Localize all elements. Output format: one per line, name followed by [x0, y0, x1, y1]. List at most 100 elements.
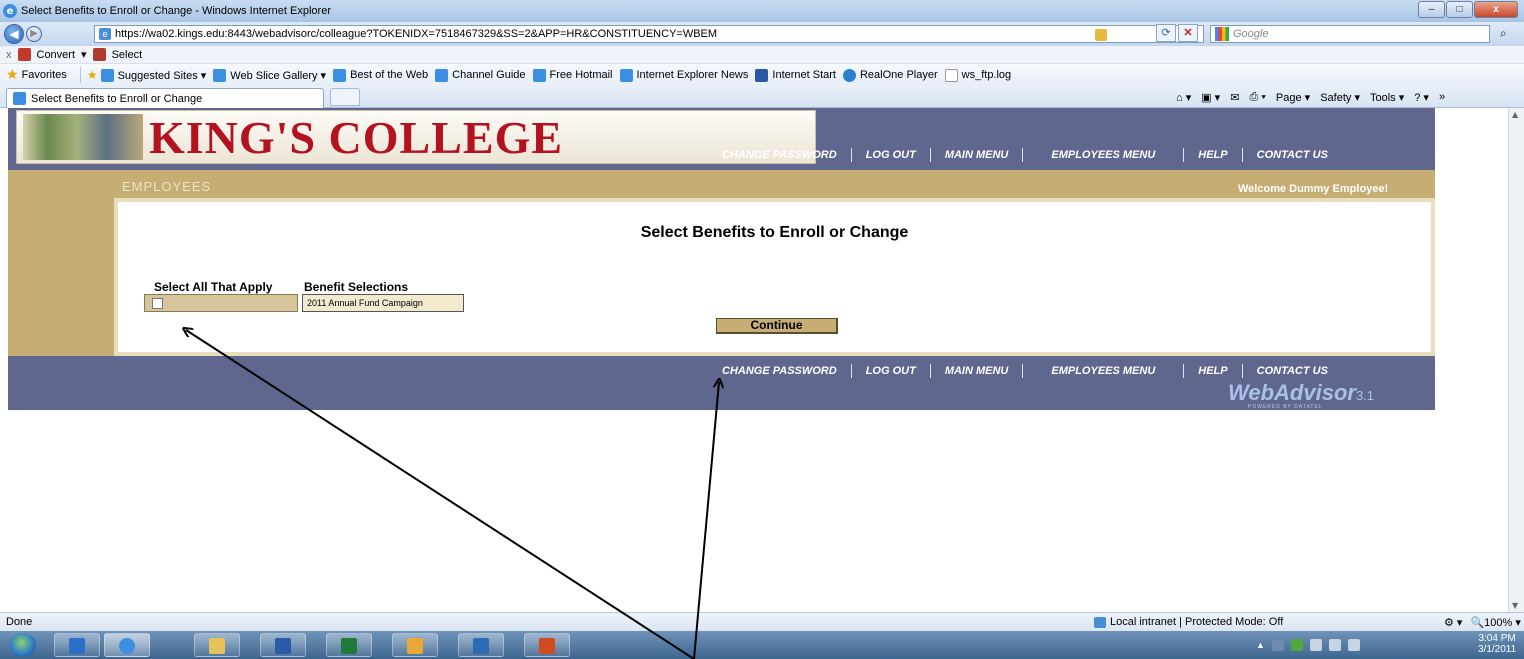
- fav-free-hotmail[interactable]: Free Hotmail: [532, 68, 613, 82]
- continue-button[interactable]: Continue: [716, 318, 838, 334]
- status-bar: Done Local intranet | Protected Mode: Of…: [0, 612, 1524, 631]
- top-nav: CHANGE PASSWORD LOG OUT MAIN MENU EMPLOY…: [708, 148, 1342, 162]
- fav-web-slice-gallery[interactable]: Web Slice Gallery ▾: [213, 68, 326, 82]
- section-bar: [8, 170, 1435, 198]
- flag-icon[interactable]: [1309, 639, 1322, 651]
- fav-best-of-web[interactable]: Best of the Web: [333, 68, 428, 82]
- convert-icon: [17, 48, 31, 61]
- favorites-bar: ★ Favorites ★ Suggested Sites ▾ Web Slic…: [0, 64, 1524, 86]
- print-icon[interactable]: ⎙ ▾: [1249, 91, 1265, 104]
- minimize-button[interactable]: –: [1418, 1, 1445, 18]
- clock[interactable]: 3:04 PM 3/1/2011: [1478, 633, 1516, 655]
- taskbar-ie[interactable]: [104, 633, 150, 657]
- lock-icon[interactable]: [1095, 29, 1107, 41]
- fav-suggested-sites[interactable]: Suggested Sites ▾: [100, 68, 206, 82]
- maximize-button[interactable]: □: [1446, 1, 1473, 18]
- volume-icon[interactable]: [1347, 639, 1360, 651]
- ie-icon: [119, 638, 135, 654]
- benefit-checkbox[interactable]: [152, 298, 163, 309]
- scroll-down-icon[interactable]: ▼: [1512, 601, 1518, 610]
- taskbar-word[interactable]: [260, 633, 306, 657]
- back-button[interactable]: ◀: [4, 24, 24, 44]
- feeds-icon[interactable]: ▣ ▾: [1201, 91, 1220, 104]
- favorites-button[interactable]: ★ Favorites: [6, 67, 67, 83]
- outlook-icon: [407, 638, 423, 654]
- search-input[interactable]: Google: [1210, 25, 1490, 43]
- footer-nav-contact-us[interactable]: CONTACT US: [1243, 365, 1342, 377]
- stop-button[interactable]: ✕: [1178, 24, 1198, 42]
- ie-page-icon: [100, 68, 114, 82]
- college-logo[interactable]: KING'S COLLEGE: [16, 110, 816, 164]
- tray-icon[interactable]: [1290, 639, 1303, 651]
- footer-nav-change-password[interactable]: CHANGE PASSWORD: [708, 365, 851, 377]
- nav-log-out[interactable]: LOG OUT: [852, 149, 930, 161]
- tray-expand-icon[interactable]: ▲: [1256, 640, 1265, 650]
- scroll-up-icon[interactable]: ▲: [1512, 110, 1518, 119]
- intranet-icon: [1094, 616, 1106, 628]
- ie-page-icon: [13, 92, 26, 105]
- url-text: https://wa02.kings.edu:8443/webadvisorc/…: [115, 28, 718, 40]
- address-bar-row: ◀ ▶ e https://wa02.kings.edu:8443/webadv…: [0, 22, 1524, 46]
- nav-employees-menu[interactable]: EMPLOYEES MENU: [1023, 149, 1183, 161]
- nav-change-password[interactable]: CHANGE PASSWORD: [708, 149, 851, 161]
- folder-icon: [209, 638, 225, 654]
- powerpoint-icon: [539, 638, 555, 654]
- fav-channel-guide[interactable]: Channel Guide: [435, 68, 526, 82]
- start-button[interactable]: [10, 633, 36, 657]
- add-favorite-icon[interactable]: ★: [87, 68, 98, 82]
- vertical-scrollbar[interactable]: ▲ ▼: [1508, 108, 1524, 612]
- more-commands-icon[interactable]: »: [1439, 91, 1445, 103]
- taskbar-outlook[interactable]: [392, 633, 438, 657]
- separator: [79, 67, 81, 83]
- tray-icon[interactable]: [1271, 639, 1284, 651]
- nav-help[interactable]: HELP: [1184, 149, 1241, 161]
- help-menu[interactable]: ? ▾: [1414, 91, 1429, 104]
- tools-menu[interactable]: Tools ▾: [1370, 91, 1404, 104]
- footer-nav-employees-menu[interactable]: EMPLOYEES MENU: [1023, 365, 1183, 377]
- select-button[interactable]: Select: [112, 49, 143, 61]
- word-icon: [275, 638, 291, 654]
- zoom-control[interactable]: 🔍100% ▾: [1470, 616, 1520, 629]
- footer-nav-help[interactable]: HELP: [1184, 365, 1241, 377]
- status-text: Done: [6, 616, 33, 628]
- mail-icon[interactable]: ✉: [1230, 91, 1239, 104]
- new-tab-button[interactable]: [330, 88, 360, 106]
- ie-page-icon: [213, 68, 227, 82]
- protected-mode-icon[interactable]: ⚙ ▾: [1444, 616, 1462, 629]
- nav-contact-us[interactable]: CONTACT US: [1243, 149, 1342, 161]
- taskbar-app-media[interactable]: [458, 633, 504, 657]
- refresh-button[interactable]: ⟳: [1156, 24, 1176, 42]
- taskbar-powerpoint[interactable]: [524, 633, 570, 657]
- fav-ws-ftp-log[interactable]: ws_ftp.log: [944, 68, 1011, 82]
- fav-internet-start[interactable]: Internet Start: [755, 68, 836, 82]
- section-title: EMPLOYEES: [122, 179, 212, 194]
- close-window-button[interactable]: x: [1474, 1, 1518, 18]
- footer-nav-main-menu[interactable]: MAIN MENU: [931, 365, 1023, 377]
- convert-button[interactable]: Convert: [37, 49, 76, 61]
- security-zone[interactable]: Local intranet | Protected Mode: Off: [1094, 616, 1283, 628]
- taskbar-explorer[interactable]: [194, 633, 240, 657]
- fav-realone-player[interactable]: RealOne Player: [842, 68, 938, 82]
- network-icon[interactable]: [1328, 639, 1341, 651]
- safety-menu[interactable]: Safety ▾: [1320, 91, 1360, 104]
- footer-nav-log-out[interactable]: LOG OUT: [852, 365, 930, 377]
- nav-main-menu[interactable]: MAIN MENU: [931, 149, 1023, 161]
- benefit-column-header: Benefit Selections: [304, 280, 409, 294]
- college-name: KING'S COLLEGE: [149, 111, 564, 163]
- ie-page-icon: [333, 68, 347, 82]
- window-title: Select Benefits to Enroll or Change - Wi…: [21, 5, 331, 17]
- home-icon[interactable]: ⌂ ▾: [1176, 91, 1191, 104]
- url-field[interactable]: e https://wa02.kings.edu:8443/webadvisor…: [94, 25, 1204, 43]
- dropdown-arrow-icon[interactable]: ▾: [81, 48, 87, 61]
- google-icon: [1215, 27, 1229, 41]
- taskbar-app-1[interactable]: [54, 633, 100, 657]
- fav-ie-news[interactable]: Internet Explorer News: [619, 68, 748, 82]
- taskbar-excel[interactable]: [326, 633, 372, 657]
- windows-taskbar: ▲ 3:04 PM 3/1/2011: [0, 631, 1524, 659]
- forward-button[interactable]: ▶: [26, 26, 42, 42]
- tab-active[interactable]: Select Benefits to Enroll or Change: [6, 88, 324, 108]
- page-menu[interactable]: Page ▾: [1276, 91, 1310, 104]
- select-cell: [144, 294, 298, 312]
- close-toolbar-button[interactable]: x: [6, 49, 12, 61]
- search-icon[interactable]: ⌕: [1500, 26, 1520, 41]
